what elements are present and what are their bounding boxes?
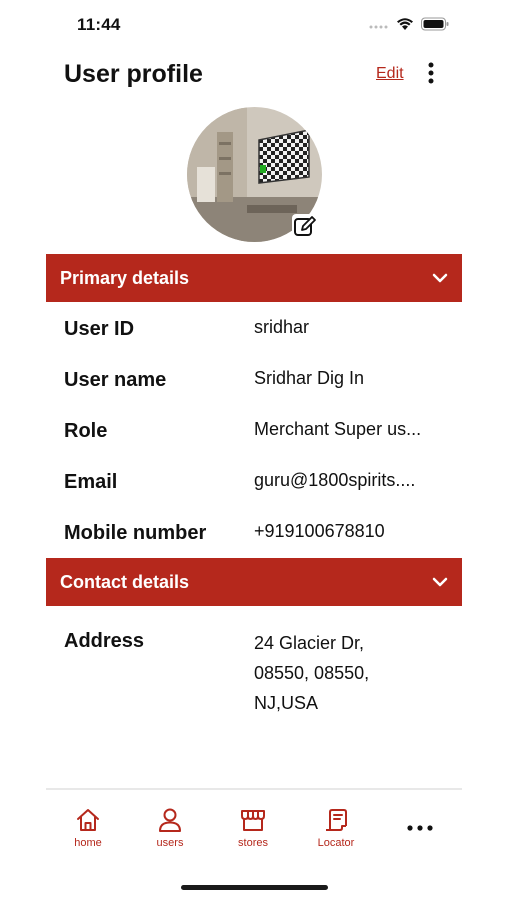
store-icon [241,810,265,831]
tab-stores[interactable]: stores [213,800,293,860]
user-name-label: User name [64,369,167,391]
chevron-down-icon [430,572,450,592]
email-value: guru@1800spirits.... [254,470,416,490]
locator-icon [326,809,347,831]
wifi-icon [396,17,414,36]
tab-label: home [74,837,102,849]
avatar-container [187,107,322,242]
edit-photo-icon[interactable] [292,214,318,240]
section-title: Primary details [60,268,190,288]
divider [46,788,462,790]
home-indicator[interactable] [181,885,328,890]
tab-locator[interactable]: Locator [296,800,376,860]
tab-home[interactable]: home [48,800,128,860]
role-label: Role [64,420,108,442]
status-icons [369,17,449,36]
page-title: User profile [64,60,203,88]
address-line: 08550, 08550, [254,663,370,683]
more-vertical-icon[interactable] [422,60,440,86]
user-id-value: sridhar [254,317,310,337]
tab-users[interactable]: users [130,800,210,860]
address-label: Address [64,630,145,652]
tab-label: stores [238,837,268,849]
user-icon [159,808,181,832]
address-value: 24 Glacier Dr, 08550, 08550, NJ,USA [254,628,454,718]
role-value: Merchant Super us... [254,419,422,439]
bottom-tab-bar: home users stores Locator [46,800,462,860]
tab-label: Locator [317,837,355,849]
tab-more[interactable] [380,800,460,860]
signal-icon [369,18,389,36]
user-name-value: Sridhar Dig In [254,368,365,388]
more-horizontal-icon [407,825,433,831]
email-label: Email [64,471,118,493]
tab-label: users [156,837,184,849]
primary-details-header[interactable]: Primary details [46,254,462,302]
mobile-number-label: Mobile number [64,522,207,544]
chevron-down-icon [430,268,450,288]
address-line: NJ,USA [254,693,319,713]
home-icon [77,809,99,831]
section-title: Contact details [60,572,190,592]
address-line: 24 Glacier Dr, [254,633,365,653]
header: User profile Edit [0,50,507,100]
contact-details-header[interactable]: Contact details [46,558,462,606]
user-id-label: User ID [64,318,135,340]
status-bar: 11:44 [0,0,507,50]
edit-link[interactable]: Edit [376,65,404,83]
mobile-number-value: +919100678810 [254,521,385,541]
status-time: 11:44 [77,15,121,34]
battery-icon [421,17,449,36]
